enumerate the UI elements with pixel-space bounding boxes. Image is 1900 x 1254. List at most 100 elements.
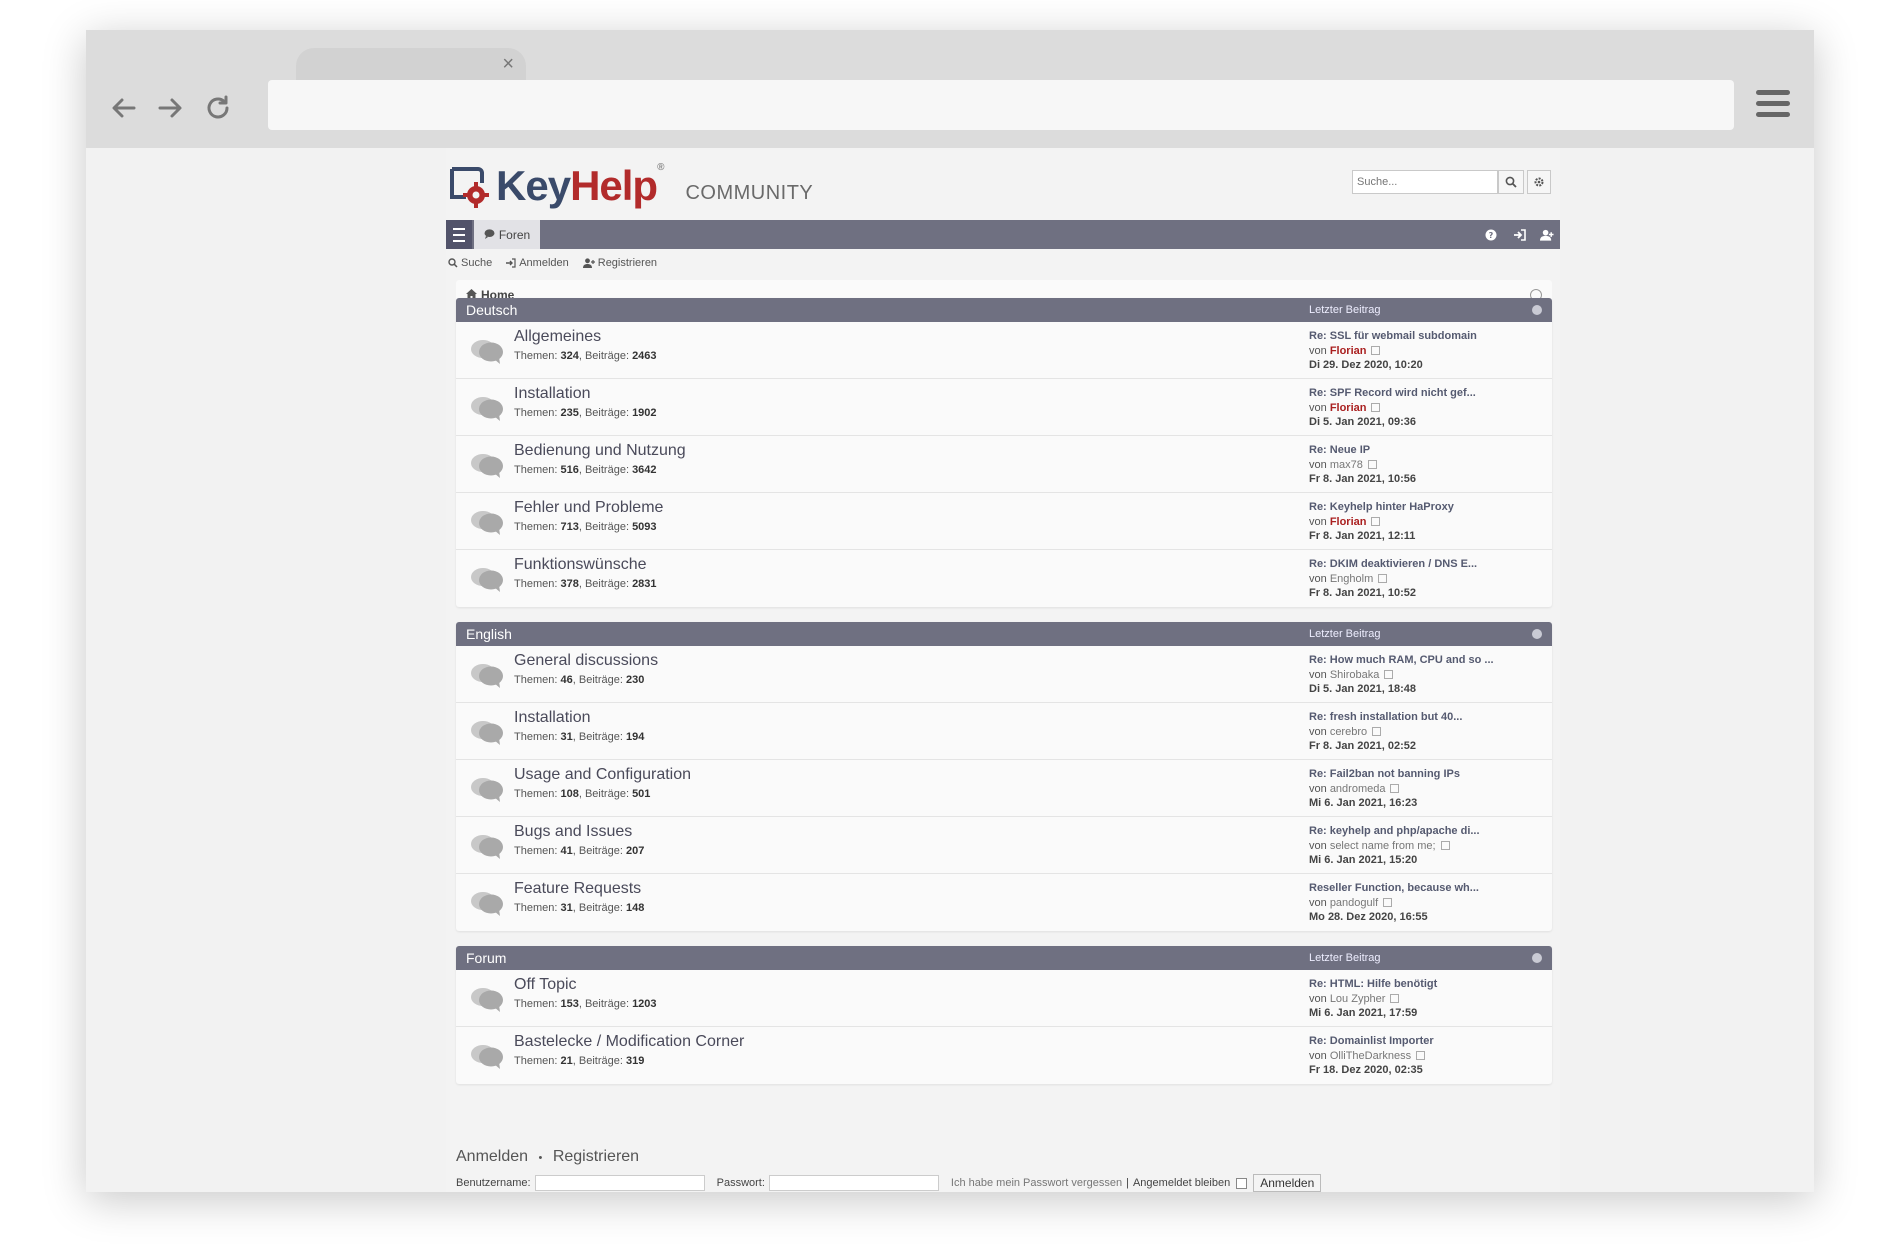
last-post-author[interactable]: select name from me;	[1330, 840, 1436, 852]
view-latest-post-icon[interactable]	[1367, 459, 1377, 469]
forum-row[interactable]: Feature Requests Themen: 31, Beiträge: 14…	[456, 874, 1552, 931]
forum-name[interactable]: Bugs and Issues	[514, 823, 632, 841]
forward-arrow-icon[interactable]	[152, 90, 188, 126]
view-latest-post-icon[interactable]	[1372, 726, 1382, 736]
last-post-title[interactable]: Reseller Function, because wh...	[1309, 881, 1479, 896]
view-latest-post-icon[interactable]	[1371, 516, 1381, 526]
search-input[interactable]	[1352, 170, 1498, 194]
browser-menu-icon[interactable]	[1756, 90, 1790, 122]
last-post-title[interactable]: Re: Keyhelp hinter HaProxy	[1309, 500, 1454, 515]
category-title[interactable]: English	[466, 626, 512, 642]
login-heading-registrieren[interactable]: Registrieren	[553, 1148, 639, 1165]
forum-name[interactable]: General discussions	[514, 652, 658, 670]
forgot-password-link[interactable]: Ich habe mein Passwort vergessen	[951, 1177, 1122, 1189]
last-post-author[interactable]: andromeda	[1330, 783, 1386, 795]
last-post-author[interactable]: Florian	[1330, 402, 1367, 414]
forum-row[interactable]: Off Topic Themen: 153, Beiträge: 1203 Re: …	[456, 970, 1552, 1027]
remember-me-checkbox[interactable]	[1236, 1177, 1248, 1189]
posts-label: Beiträge:	[584, 521, 629, 533]
last-post-author[interactable]: max78	[1330, 459, 1363, 471]
posts-label: Beiträge:	[584, 464, 629, 476]
last-post-author[interactable]: OlliTheDarkness	[1330, 1050, 1411, 1062]
last-post-author[interactable]: pandogulf	[1330, 897, 1378, 909]
last-post-title[interactable]: Re: Domainlist Importer	[1309, 1034, 1434, 1049]
last-post-title[interactable]: Re: DKIM deaktivieren / DNS E...	[1309, 557, 1477, 572]
reload-icon[interactable]	[200, 90, 236, 126]
password-field[interactable]	[768, 1175, 939, 1191]
forum-name[interactable]: Usage and Configuration	[514, 766, 691, 784]
forum-row[interactable]: Allgemeines Themen: 324, Beiträge: 2463 Re…	[456, 322, 1552, 379]
view-latest-post-icon[interactable]	[1371, 402, 1381, 412]
register-user-icon[interactable]	[1540, 228, 1554, 242]
forum-row[interactable]: Usage and Configuration Themen: 108, Beit…	[456, 760, 1552, 817]
last-post-title[interactable]: Re: keyhelp and php/apache di...	[1309, 824, 1480, 839]
forum-name[interactable]: Fehler und Probleme	[514, 499, 663, 517]
posts-label: Beiträge:	[584, 998, 629, 1010]
login-heading-anmelden[interactable]: Anmelden	[456, 1148, 528, 1165]
login-icon[interactable]	[1512, 228, 1526, 242]
forum-name[interactable]: Off Topic	[514, 976, 577, 994]
view-latest-post-icon[interactable]	[1384, 669, 1394, 679]
last-post-date: Mi 6. Jan 2021, 16:23	[1309, 797, 1418, 809]
view-latest-post-icon[interactable]	[1416, 1050, 1426, 1060]
forum-row[interactable]: Bedienung und Nutzung Themen: 516, Beiträ…	[456, 436, 1552, 493]
last-post-title[interactable]: Re: Neue IP	[1309, 443, 1416, 458]
forum-row[interactable]: General discussions Themen: 46, Beiträge:…	[456, 646, 1552, 703]
collapse-toggle-icon[interactable]	[1532, 629, 1542, 639]
forum-row[interactable]: Fehler und Probleme Themen: 713, Beiträge…	[456, 493, 1552, 550]
by-label: von	[1309, 1049, 1327, 1062]
last-post-title[interactable]: Re: SPF Record wird nicht gef...	[1309, 386, 1476, 401]
subnav-login-link[interactable]: Anmelden	[506, 255, 569, 271]
subnav-search-link[interactable]: Suche	[448, 255, 492, 271]
category-title[interactable]: Forum	[466, 950, 506, 966]
site-logo[interactable]: KeyHelp® COMMUNITY	[446, 162, 813, 210]
last-post-title[interactable]: Re: fresh installation but 40...	[1309, 710, 1462, 725]
subnav-register-link[interactable]: Registrieren	[582, 255, 657, 271]
view-latest-post-icon[interactable]	[1383, 897, 1393, 907]
help-icon[interactable]: ?	[1484, 228, 1498, 242]
forum-row[interactable]: Installation Themen: 235, Beiträge: 1902 R…	[456, 379, 1552, 436]
forum-name[interactable]: Allgemeines	[514, 328, 601, 346]
forum-row[interactable]: Funktionswünsche Themen: 378, Beiträge: 2…	[456, 550, 1552, 607]
view-latest-post-icon[interactable]	[1390, 993, 1400, 1003]
posts-label: Beiträge:	[578, 845, 623, 857]
gear-icon[interactable]	[1527, 170, 1551, 194]
forum-name[interactable]: Bastelecke / Modification Corner	[514, 1033, 744, 1051]
login-submit-button[interactable]: Anmelden	[1253, 1174, 1322, 1192]
view-latest-post-icon[interactable]	[1378, 573, 1388, 583]
username-field[interactable]	[534, 1175, 705, 1191]
quick-links-menu-icon[interactable]	[446, 220, 472, 249]
nav-tab-foren[interactable]: Foren	[474, 220, 540, 249]
last-post-author[interactable]: Lou Zypher	[1330, 993, 1386, 1005]
last-post-title[interactable]: Re: How much RAM, CPU and so ...	[1309, 653, 1494, 668]
last-post-title[interactable]: Re: Fail2ban not banning IPs	[1309, 767, 1460, 782]
back-arrow-icon[interactable]	[106, 90, 142, 126]
forum-row[interactable]: Bastelecke / Modification Corner Themen: …	[456, 1027, 1552, 1084]
forum-row[interactable]: Bugs and Issues Themen: 41, Beiträge: 207…	[456, 817, 1552, 874]
last-post-author[interactable]: Shirobaka	[1330, 669, 1380, 681]
forum-name[interactable]: Funktionswünsche	[514, 556, 647, 574]
last-post-author[interactable]: Florian	[1330, 516, 1367, 528]
view-latest-post-icon[interactable]	[1390, 783, 1400, 793]
collapse-toggle-icon[interactable]	[1532, 953, 1542, 963]
view-latest-post-icon[interactable]	[1440, 840, 1450, 850]
last-post-author[interactable]: cerebro	[1330, 726, 1367, 738]
browser-tab[interactable]: ×	[296, 48, 526, 84]
last-post-title[interactable]: Re: HTML: Hilfe benötigt	[1309, 977, 1437, 992]
last-post: Re: SSL für webmail subdomain von Florian…	[1309, 329, 1477, 373]
tab-close-icon[interactable]: ×	[502, 53, 514, 76]
forum-name[interactable]: Bedienung und Nutzung	[514, 442, 686, 460]
forum-name[interactable]: Installation	[514, 385, 591, 403]
collapse-toggle-icon[interactable]	[1532, 305, 1542, 315]
forum-name[interactable]: Feature Requests	[514, 880, 641, 898]
last-post-author[interactable]: Engholm	[1330, 573, 1373, 585]
search-icon[interactable]	[1498, 170, 1524, 194]
address-bar[interactable]	[268, 80, 1734, 130]
view-latest-post-icon[interactable]	[1371, 345, 1381, 355]
forum-name[interactable]: Installation	[514, 709, 591, 727]
last-post: Re: Domainlist Importer von OlliTheDarkne…	[1309, 1034, 1434, 1078]
last-post-title[interactable]: Re: SSL für webmail subdomain	[1309, 329, 1477, 344]
last-post-author[interactable]: Florian	[1330, 345, 1367, 357]
category-title[interactable]: Deutsch	[466, 302, 517, 318]
forum-row[interactable]: Installation Themen: 31, Beiträge: 194 Re:…	[456, 703, 1552, 760]
